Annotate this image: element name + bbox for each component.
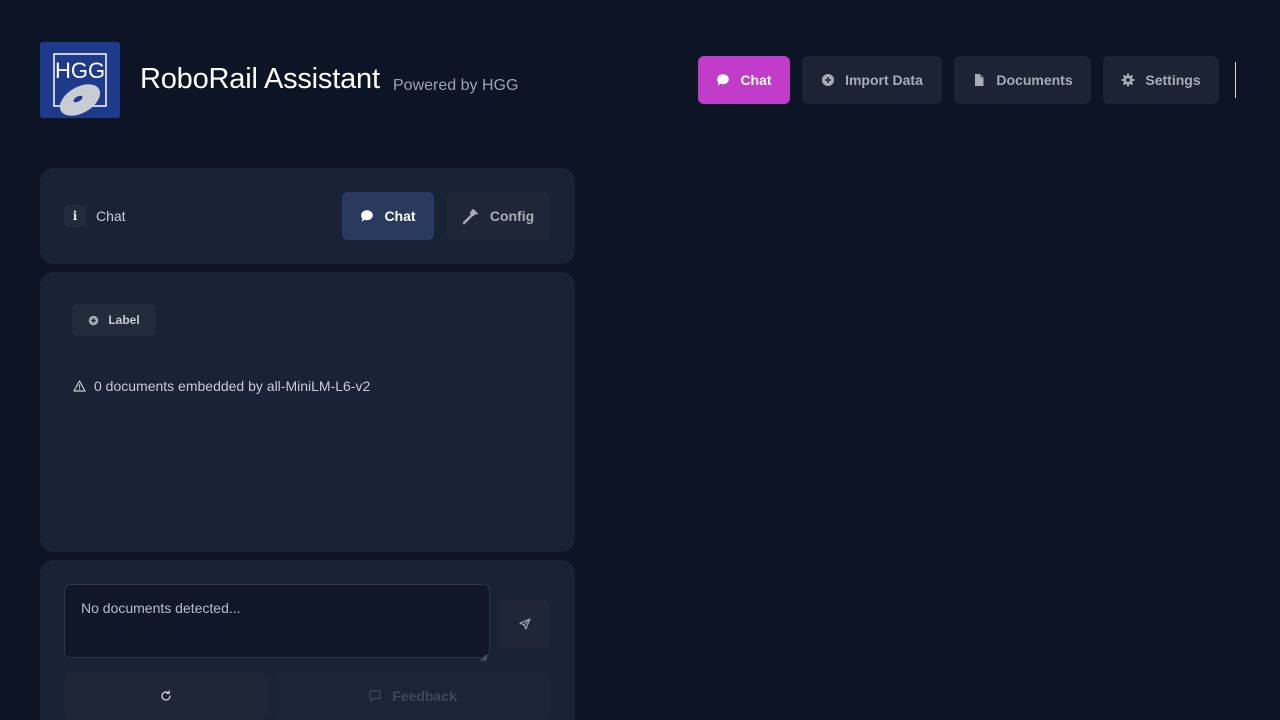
tab-config[interactable]: Config [446, 192, 550, 240]
nav-settings-button[interactable]: Settings [1103, 56, 1219, 104]
nav-chat-label: Chat [740, 72, 772, 88]
nav-import-data-button[interactable]: Import Data [802, 56, 942, 104]
chat-content-panel: Label 0 documents embedded by all-MiniLM… [40, 272, 575, 552]
embedding-status: 0 documents embedded by all-MiniLM-L6-v2 [73, 378, 370, 394]
hgg-logo: HGG [40, 42, 120, 118]
plus-circle-icon [821, 73, 835, 87]
send-icon [518, 618, 531, 630]
feedback-button[interactable]: Feedback [275, 672, 550, 720]
gear-icon [1121, 73, 1135, 87]
embedding-status-text: 0 documents embedded by all-MiniLM-L6-v2 [94, 378, 371, 394]
chat-input-panel: Feedback [40, 560, 575, 720]
app-subtitle: Powered by HGG [393, 77, 519, 94]
plus-circle-icon [88, 315, 99, 326]
nav-documents-button[interactable]: Documents [954, 56, 1091, 104]
refresh-icon [160, 690, 172, 702]
hammer-icon [462, 207, 480, 225]
chat-header-panel: i Chat Chat Config [40, 168, 575, 264]
app-title: RoboRail Assistant [140, 63, 380, 95]
label-button-text: Label [108, 313, 140, 327]
chat-bubble-icon [360, 209, 374, 223]
file-icon [972, 73, 986, 87]
nav-chat-button[interactable]: Chat [698, 56, 790, 104]
comment-icon [368, 689, 382, 703]
resize-grip-icon[interactable] [480, 649, 488, 662]
refresh-button[interactable] [64, 672, 267, 720]
tab-chat[interactable]: Chat [342, 192, 434, 240]
chat-bubble-icon [716, 73, 730, 87]
tab-chat-label: Chat [384, 208, 416, 224]
logo-text: HGG [55, 58, 105, 83]
feedback-label: Feedback [392, 688, 457, 704]
info-label: Chat [96, 208, 126, 224]
nav-settings-label: Settings [1145, 72, 1201, 88]
tab-config-label: Config [489, 208, 535, 224]
nav-documents-label: Documents [996, 72, 1073, 88]
nav-divider [1235, 62, 1236, 98]
info-icon: i [64, 205, 86, 227]
label-button[interactable]: Label [72, 304, 156, 336]
send-button[interactable] [499, 600, 550, 648]
nav-import-data-label: Import Data [845, 72, 923, 88]
message-input[interactable] [64, 584, 490, 658]
warning-icon [73, 380, 86, 392]
info-chip: i Chat [64, 204, 126, 228]
